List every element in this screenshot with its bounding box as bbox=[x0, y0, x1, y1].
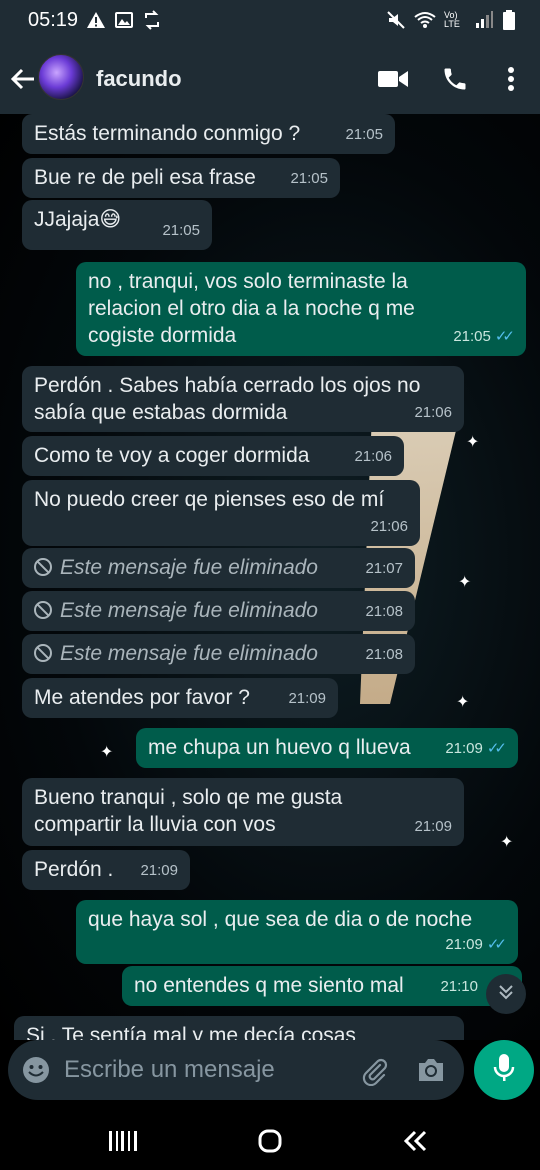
video-call-icon[interactable] bbox=[376, 62, 410, 96]
message-composer bbox=[8, 1040, 464, 1100]
contact-name[interactable]: facundo bbox=[96, 66, 182, 92]
wallpaper-star: ✦ bbox=[100, 744, 114, 761]
message-time: 21:06 bbox=[370, 518, 408, 535]
message-incoming[interactable]: Perdón . 21:09 bbox=[22, 850, 190, 890]
message-time: 21:09 bbox=[445, 936, 483, 953]
message-incoming[interactable]: Bue re de peli esa frase 21:05 bbox=[22, 158, 340, 198]
message-outgoing[interactable]: me chupa un huevo q llueva 21:09 ✓✓ bbox=[136, 728, 518, 768]
message-time: 21:09 bbox=[288, 690, 326, 707]
message-incoming-partial[interactable]: Si . Te sentía mal y me decía cosas bbox=[14, 1016, 464, 1040]
message-incoming[interactable]: JJajaja😅 21:05 bbox=[22, 200, 212, 250]
signal-icon bbox=[474, 10, 494, 30]
deleted-message[interactable]: Este mensaje fue eliminado 21:07 bbox=[22, 548, 415, 588]
message-incoming[interactable]: No puedo creer qe pienses eso de mí 21:0… bbox=[22, 480, 420, 546]
deleted-icon bbox=[34, 558, 52, 576]
avatar[interactable] bbox=[38, 54, 84, 100]
status-time: 05:19 bbox=[28, 9, 79, 31]
message-time: 21:08 bbox=[365, 603, 403, 620]
wifi-icon bbox=[414, 10, 436, 30]
wallpaper-star: ✦ bbox=[466, 434, 480, 451]
message-time: 21:05 bbox=[453, 328, 491, 345]
read-receipt-icon: ✓✓ bbox=[486, 740, 507, 757]
wallpaper-star: ✦ bbox=[458, 574, 472, 591]
message-outgoing[interactable]: no entendes q me siento mal 21:10 bbox=[122, 966, 522, 1006]
battery-icon bbox=[502, 10, 516, 30]
back-nav-icon[interactable] bbox=[398, 1126, 434, 1156]
chat-area[interactable]: ✦ ✦ ✦ ✦ ✦ Estás terminando conmigo ? 21:… bbox=[0, 114, 540, 1040]
more-options-icon[interactable] bbox=[494, 62, 528, 96]
mute-icon bbox=[386, 10, 406, 30]
microphone-icon bbox=[492, 1053, 516, 1088]
message-time: 21:10 bbox=[440, 978, 478, 995]
lte-label: Vo) LTE bbox=[444, 10, 460, 29]
camera-icon[interactable] bbox=[416, 1056, 446, 1086]
message-time: 21:07 bbox=[365, 560, 403, 577]
attach-icon[interactable] bbox=[360, 1056, 390, 1087]
message-incoming[interactable]: Me atendes por favor ? 21:09 bbox=[22, 678, 338, 718]
message-time: 21:09 bbox=[445, 740, 483, 757]
chat-header: facundo bbox=[0, 42, 540, 114]
deleted-icon bbox=[34, 644, 52, 662]
back-arrow-icon[interactable] bbox=[8, 64, 38, 94]
phone-call-icon[interactable] bbox=[438, 62, 472, 96]
message-time: 21:09 bbox=[140, 862, 178, 879]
message-time: 21:08 bbox=[365, 646, 403, 663]
message-incoming[interactable]: Estás terminando conmigo ? 21:05 bbox=[22, 114, 395, 154]
message-time: 21:06 bbox=[414, 404, 452, 421]
read-receipt-icon: ✓✓ bbox=[494, 328, 515, 345]
message-time: 21:09 bbox=[414, 818, 452, 835]
microphone-button[interactable] bbox=[474, 1040, 534, 1100]
message-time: 21:05 bbox=[345, 126, 383, 143]
message-incoming[interactable]: Perdón . Sabes había cerrado los ojos no… bbox=[22, 366, 464, 432]
message-input[interactable] bbox=[64, 1052, 344, 1088]
status-bar: 05:19 Vo) LTE bbox=[0, 0, 540, 42]
message-outgoing[interactable]: no , tranqui, vos solo terminaste la rel… bbox=[76, 262, 526, 356]
message-time: 21:05 bbox=[162, 222, 200, 239]
recent-apps-icon[interactable] bbox=[106, 1126, 142, 1156]
deleted-message[interactable]: Este mensaje fue eliminado 21:08 bbox=[22, 634, 415, 674]
scroll-down-button[interactable] bbox=[486, 974, 526, 1014]
warning-icon bbox=[86, 10, 106, 30]
deleted-message[interactable]: Este mensaje fue eliminado 21:08 bbox=[22, 591, 415, 631]
message-incoming[interactable]: Como te voy a coger dormida 21:06 bbox=[22, 436, 404, 476]
home-icon[interactable] bbox=[252, 1126, 288, 1156]
read-receipt-icon: ✓✓ bbox=[486, 936, 507, 953]
sync-icon bbox=[142, 10, 162, 30]
message-time: 21:05 bbox=[290, 170, 328, 187]
system-nav-bar bbox=[0, 1110, 540, 1170]
message-time: 21:06 bbox=[354, 448, 392, 465]
message-incoming[interactable]: Bueno tranqui , solo qe me gusta compart… bbox=[22, 778, 464, 846]
wallpaper-star: ✦ bbox=[456, 694, 470, 711]
image-icon bbox=[114, 10, 134, 30]
chevron-double-down-icon bbox=[497, 983, 515, 1006]
deleted-icon bbox=[34, 601, 52, 619]
emoji-icon[interactable] bbox=[22, 1056, 50, 1084]
wallpaper-star: ✦ bbox=[500, 834, 514, 851]
message-outgoing[interactable]: que haya sol , que sea de dia o de noche… bbox=[76, 900, 518, 964]
